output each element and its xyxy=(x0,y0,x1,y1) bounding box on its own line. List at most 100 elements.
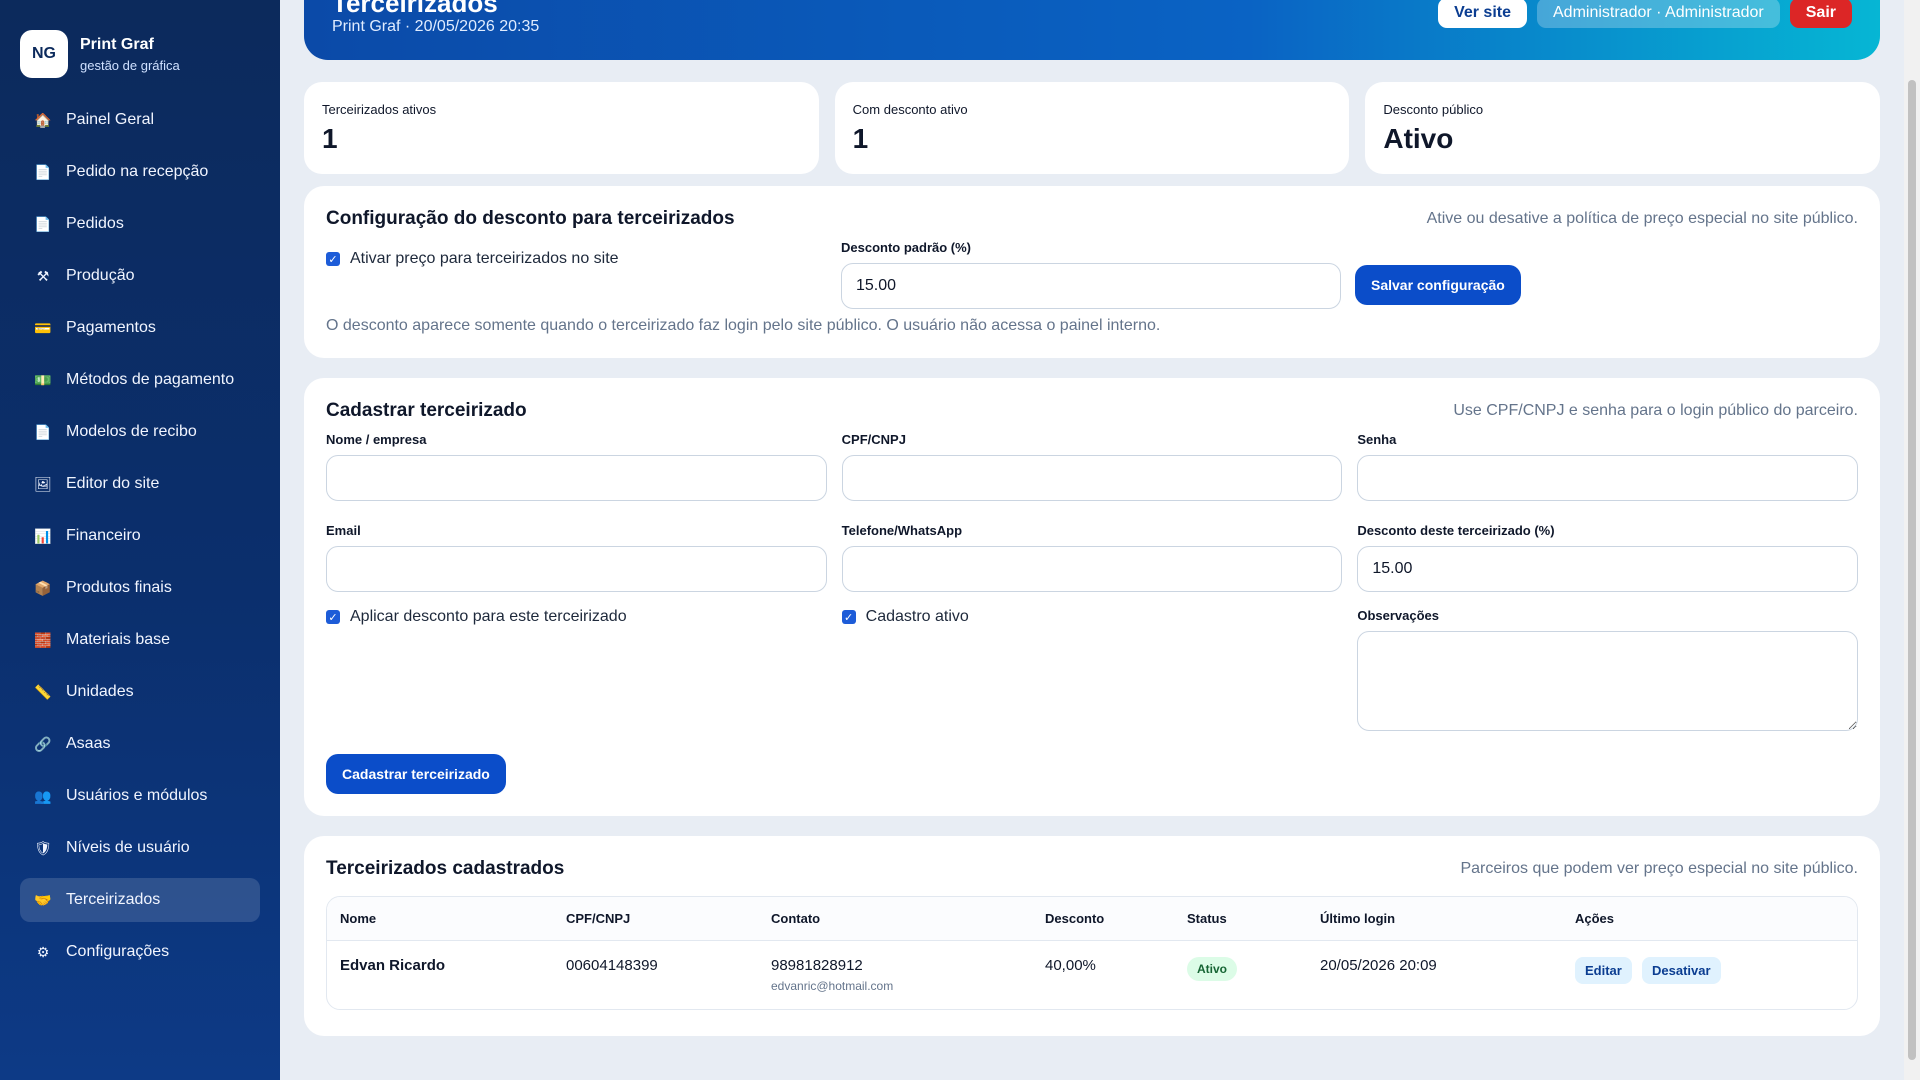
document-icon: 📄 xyxy=(34,215,52,232)
register-grid-bottom: ✓ Aplicar desconto para este terceirizad… xyxy=(326,608,1858,736)
sidebar-item-label: Pedidos xyxy=(66,215,124,232)
email-label: Email xyxy=(326,523,361,538)
sidebar-item-terceirizados[interactable]: 🤝 Terceirizados xyxy=(20,878,260,922)
register-grid: Nome / empresa CPF/CNPJ Senha Email Tele… xyxy=(326,432,1858,592)
sidebar-item-painel-geral[interactable]: 🏠 Painel Geral xyxy=(20,98,260,142)
document-icon: 📄 xyxy=(34,423,52,440)
scrollbar-thumb[interactable] xyxy=(1908,80,1916,1060)
partners-table: Nome CPF/CNPJ Contato Desconto Status Úl… xyxy=(326,896,1858,1010)
sidebar-item-label: Níveis de usuário xyxy=(66,839,190,856)
telefone-input[interactable] xyxy=(841,546,1343,592)
brand-logo: NG xyxy=(20,30,68,78)
cell-nome: Edvan Ricardo xyxy=(340,957,446,974)
cell-acoes: Editar Desativar xyxy=(1575,957,1844,1009)
config-title: Configuração do desconto para terceiriza… xyxy=(326,208,735,229)
aplicar-desconto-label: Aplicar desconto para este terceirizado xyxy=(350,608,627,625)
observacoes-textarea[interactable] xyxy=(1357,631,1858,731)
stat-label: Com desconto ativo xyxy=(852,102,968,117)
sidebar-item-label: Métodos de pagamento xyxy=(66,371,235,388)
cpf-input[interactable] xyxy=(841,455,1343,501)
save-config-wrap: Salvar configuração xyxy=(1355,240,1521,309)
logout-button[interactable]: Sair xyxy=(1789,0,1852,28)
editar-button[interactable]: Editar xyxy=(1575,957,1632,984)
stat-label: Terceirizados ativos xyxy=(322,102,437,117)
tools-icon: ⚒ xyxy=(36,267,50,284)
default-discount-field: Desconto padrão (%) xyxy=(841,240,1341,309)
register-card: Cadastrar terceirizado Use CPF/CNPJ e se… xyxy=(304,378,1880,816)
shield-icon: 🛡 xyxy=(34,839,52,856)
sidebar-item-label: Pagamentos xyxy=(66,319,156,336)
sidebar-item-pagamentos[interactable]: 💳 Pagamentos xyxy=(20,306,260,350)
telefone-label: Telefone/WhatsApp xyxy=(841,523,963,538)
email-field: Email xyxy=(326,523,827,592)
register-title: Cadastrar terceirizado xyxy=(326,400,527,421)
sidebar-item-unidades[interactable]: 📏 Unidades xyxy=(20,670,260,714)
observacoes-field: Observações xyxy=(1357,608,1858,736)
user-menu-button[interactable]: Administrador · Administrador xyxy=(1537,0,1780,28)
nome-input[interactable] xyxy=(326,455,827,501)
senha-label: Senha xyxy=(1357,432,1397,447)
sidebar-item-label: Editor do site xyxy=(66,475,160,492)
aplicar-desconto-checkbox[interactable]: ✓ Aplicar desconto para este terceirizad… xyxy=(326,608,827,626)
desconto-label: Desconto deste terceirizado (%) xyxy=(1357,523,1555,538)
desconto-input[interactable] xyxy=(1357,546,1858,592)
email-input[interactable] xyxy=(326,546,827,592)
sidebar-item-modelos-de-recibo[interactable]: 📄 Modelos de recibo xyxy=(20,410,260,454)
save-config-button[interactable]: Salvar configuração xyxy=(1355,265,1521,305)
column-header: Status xyxy=(1187,911,1227,926)
telefone-field: Telefone/WhatsApp xyxy=(841,523,1343,592)
column-header: CPF/CNPJ xyxy=(566,911,631,926)
cell-email: edvanric@hotmail.com xyxy=(771,979,894,993)
sidebar-item-label: Usuários e módulos xyxy=(66,787,208,804)
cadastro-ativo-checkbox[interactable]: ✓ Cadastro ativo xyxy=(841,608,1343,626)
gear-icon: ⚙ xyxy=(36,943,50,960)
list-card-header: Terceirizados cadastrados Parceiros que … xyxy=(326,858,1858,880)
list-note: Parceiros que podem ver preço especial n… xyxy=(1460,860,1858,877)
sidebar-item-usuarios-e-modulos[interactable]: 👥 Usuários e módulos xyxy=(20,774,260,818)
sidebar-item-producao[interactable]: ⚒ Produção xyxy=(20,254,260,298)
cadastrar-button[interactable]: Cadastrar terceirizado xyxy=(326,754,506,794)
sidebar-item-label: Configurações xyxy=(66,943,170,960)
materials-icon: 🧱 xyxy=(34,631,52,648)
cell-telefone: 98981828912 xyxy=(771,957,863,974)
sidebar-item-metodos-de-pagamento[interactable]: 💵 Métodos de pagamento xyxy=(20,358,260,402)
sidebar-item-asaas[interactable]: 🔗 Asaas xyxy=(20,722,260,766)
sidebar-item-pedidos[interactable]: 📄 Pedidos xyxy=(20,202,260,246)
sidebar-item-financeiro[interactable]: 📊 Financeiro xyxy=(20,514,260,558)
sidebar-item-configuracoes[interactable]: ⚙ Configurações xyxy=(20,930,260,974)
home-icon: 🏠 xyxy=(34,111,52,128)
handshake-icon: 🤝 xyxy=(34,891,52,908)
page-subtitle: Print Graf · 20/05/2026 20:35 xyxy=(332,18,540,35)
ver-site-button[interactable]: Ver site xyxy=(1438,0,1527,28)
sidebar-item-materiais-base[interactable]: 🧱 Materiais base xyxy=(20,618,260,662)
config-row: ✓ Ativar preço para terceirizados no sit… xyxy=(326,240,1858,309)
stat-card-publico: Desconto público Ativo xyxy=(1365,82,1881,174)
column-header: Ações xyxy=(1575,911,1615,926)
nome-label: Nome / empresa xyxy=(326,432,427,447)
senha-input[interactable] xyxy=(1357,455,1858,501)
list-card: Terceirizados cadastrados Parceiros que … xyxy=(304,836,1880,1036)
column-header: Último login xyxy=(1320,911,1396,926)
sidebar-item-produtos-finais[interactable]: 📦 Produtos finais xyxy=(20,566,260,610)
page-scrollbar[interactable] xyxy=(1904,0,1920,1080)
sidebar-item-pedido-na-recepcao[interactable]: 📄 Pedido na recepção xyxy=(20,150,260,194)
header-actions: Ver site Administrador · Administrador S… xyxy=(1438,0,1852,28)
stat-card-desconto: Com desconto ativo 1 xyxy=(834,82,1350,174)
sidebar-item-niveis-de-usuario[interactable]: 🛡 Níveis de usuário xyxy=(20,826,260,870)
table-row: Edvan Ricardo 00604148399 98981828912 ed… xyxy=(327,941,1857,1009)
default-discount-input[interactable] xyxy=(841,263,1341,309)
enable-discount-checkbox[interactable]: ✓ Ativar preço para terceirizados no sit… xyxy=(326,250,841,268)
sidebar-item-label: Modelos de recibo xyxy=(66,423,197,440)
status-badge: Ativo xyxy=(1187,957,1237,981)
sidebar-item-label: Asaas xyxy=(66,735,111,752)
cell-ultimo-login: 20/05/2026 20:09 xyxy=(1320,957,1437,974)
sidebar-nav: 🏠 Painel Geral 📄 Pedido na recepção 📄 Pedidos… xyxy=(0,88,280,974)
sidebar: NG Print Graf gestão de gráfica 🏠 Painel … xyxy=(0,0,280,1080)
desativar-button[interactable]: Desativar xyxy=(1642,957,1721,984)
desconto-field: Desconto deste terceirizado (%) xyxy=(1357,523,1858,592)
sidebar-item-editor-do-site[interactable]: 🖼 Editor do site xyxy=(20,462,260,506)
config-card: Configuração do desconto para terceiriza… xyxy=(304,186,1880,358)
config-help: O desconto aparece somente quando o terc… xyxy=(326,317,1161,334)
check-icon: ✓ xyxy=(326,610,340,624)
register-note: Use CPF/CNPJ e senha para o login públic… xyxy=(1453,402,1858,419)
